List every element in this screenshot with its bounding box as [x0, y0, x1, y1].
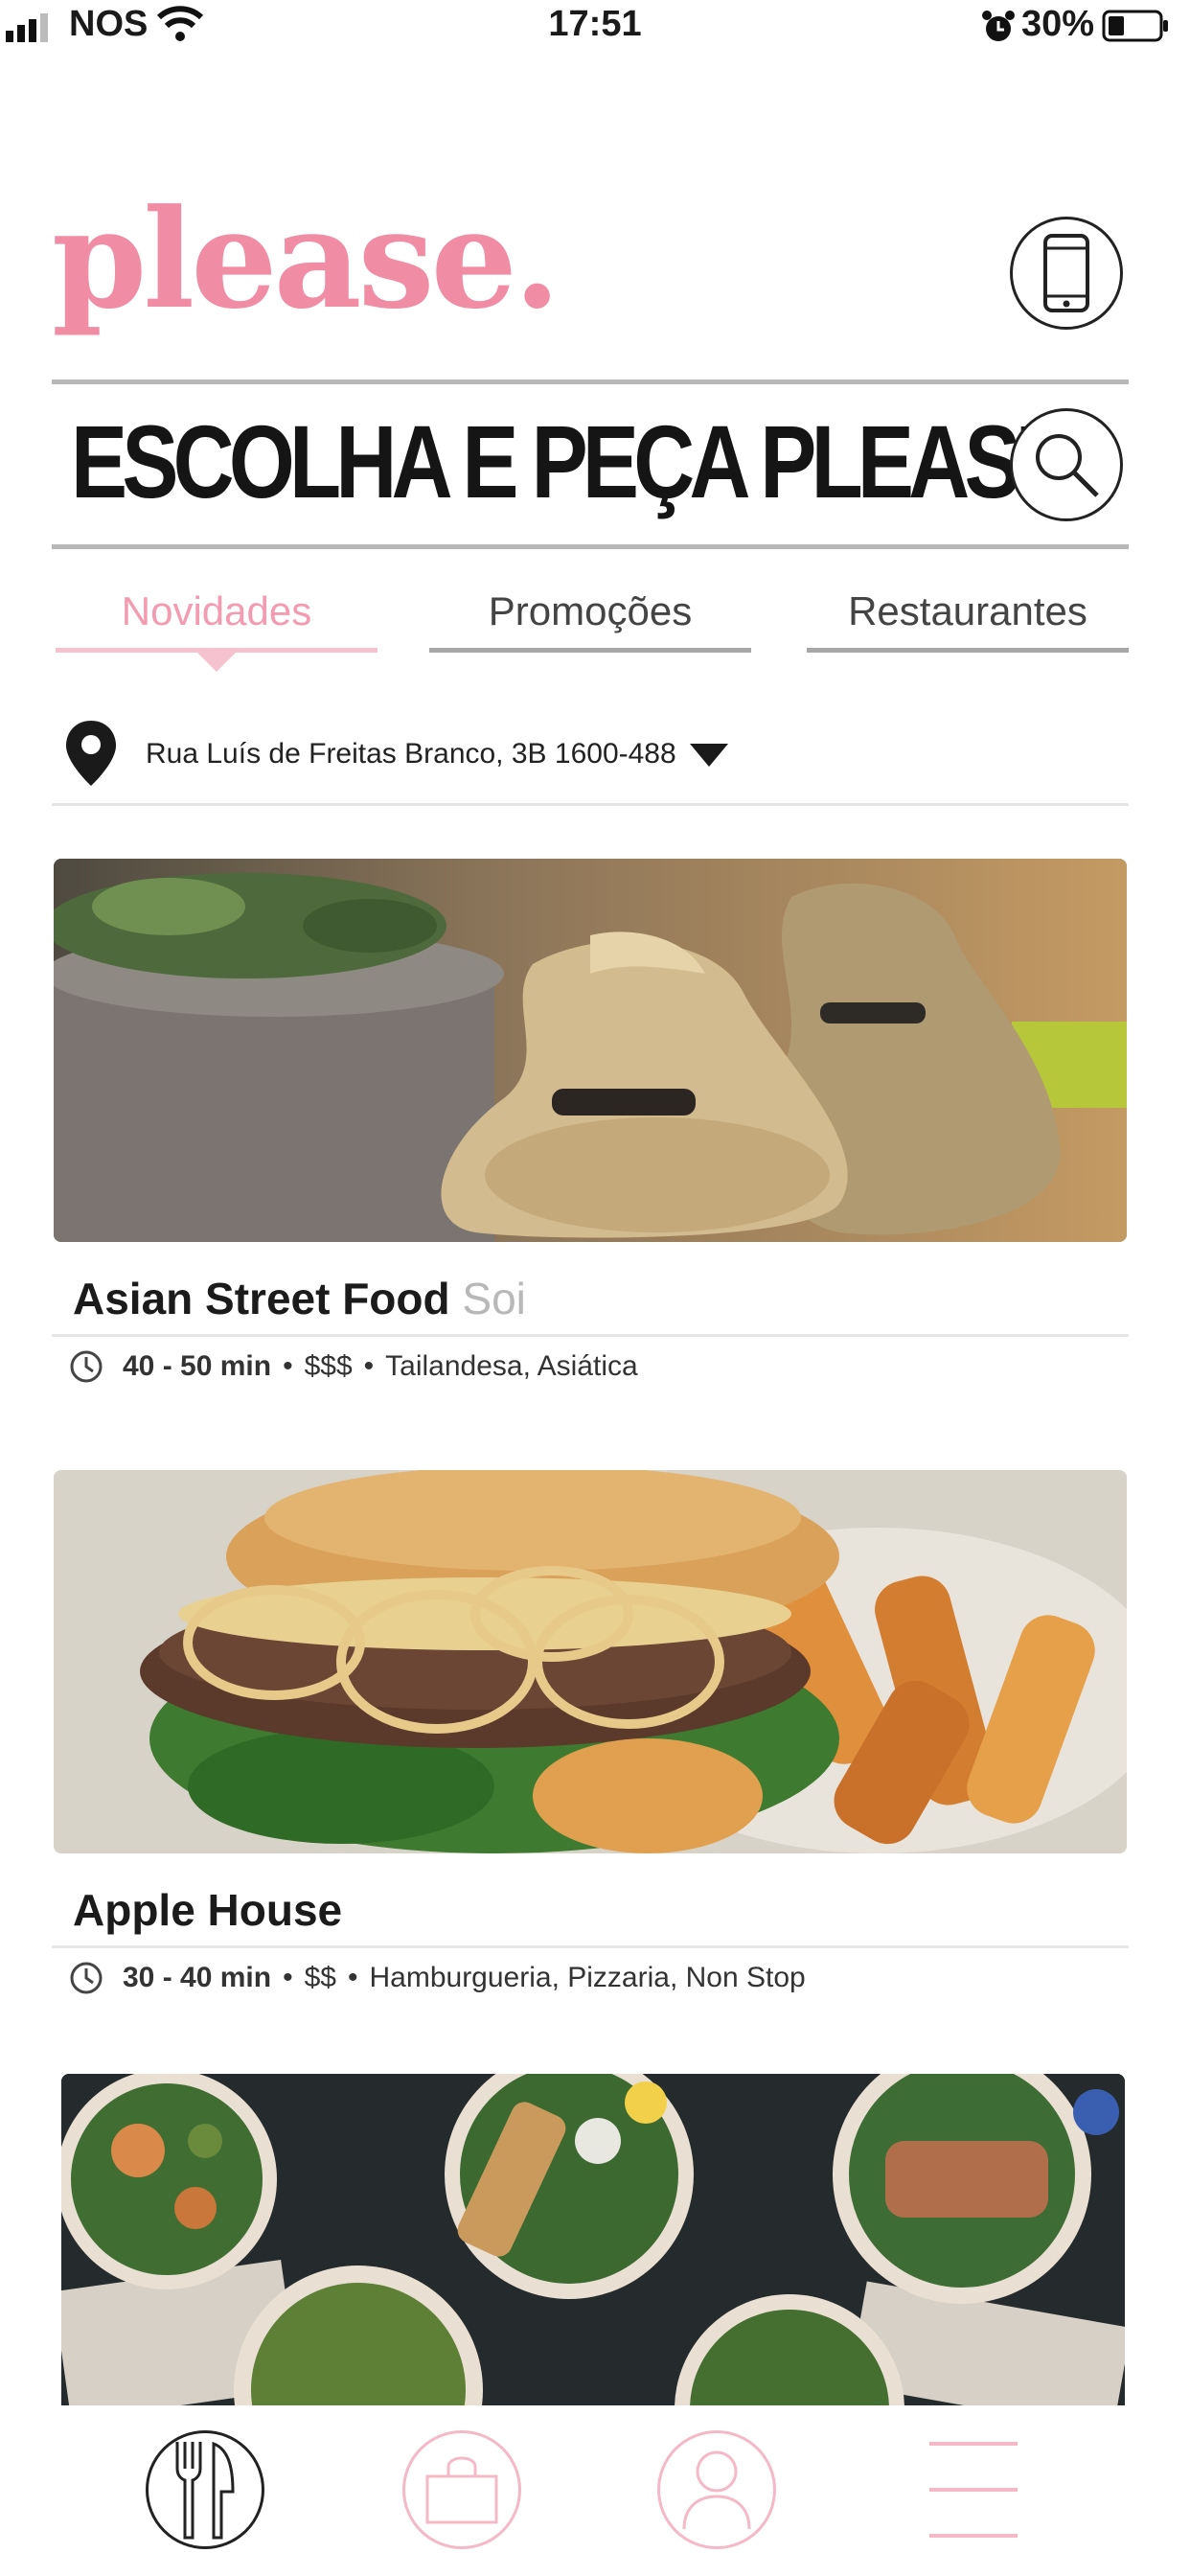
delivery-address: Rua Luís de Freitas Branco, 3B 1600-488 — [146, 738, 676, 770]
active-tab-indicator — [197, 653, 236, 672]
price-level: $$$ — [304, 1350, 353, 1382]
restaurant-image-salads[interactable] — [61, 2074, 1125, 2405]
card-divider — [52, 1334, 1129, 1337]
tab-promocoes-underline — [429, 648, 751, 653]
user-icon — [682, 2450, 751, 2530]
shopping-bag-icon — [425, 2456, 498, 2524]
phone-button[interactable] — [1010, 217, 1123, 330]
delivery-time: 40 - 50 min — [123, 1350, 272, 1382]
restaurant-name-text: Apple House — [73, 1885, 343, 1935]
battery-percent: 30% — [1020, 4, 1094, 44]
chevron-down-icon[interactable] — [690, 744, 728, 767]
header-divider-bottom — [52, 544, 1129, 549]
restaurant-meta: 30 - 40 min • $$ • Hamburgueria, Pizzari… — [69, 1961, 806, 1995]
restaurant-name[interactable]: Apple House — [73, 1884, 342, 1936]
clock-icon — [70, 1962, 103, 1994]
separator-dot: • — [363, 1350, 375, 1382]
cutlery-icon — [175, 2441, 235, 2540]
cuisine-tags: Tailandesa, Asiática — [385, 1350, 638, 1382]
status-bar: NOS 17:51 30% — [0, 0, 1190, 50]
phone-icon — [1043, 234, 1089, 312]
tab-restaurantes-underline — [807, 648, 1129, 653]
page-headline: ESCOLHA E PEÇA PLEASE — [71, 403, 1072, 519]
delivery-time: 30 - 40 min — [123, 1962, 272, 1993]
nav-profile-button[interactable] — [657, 2430, 776, 2549]
separator-dot: • — [283, 1962, 293, 1993]
restaurant-meta: 40 - 50 min • $$$ • Tailandesa, Asiática — [69, 1349, 638, 1384]
restaurant-image-apple-house[interactable] — [54, 1470, 1127, 1853]
search-button[interactable] — [1010, 408, 1123, 521]
brand-logo: please. — [52, 180, 561, 339]
separator-dot: • — [283, 1350, 293, 1382]
battery-icon — [1102, 10, 1168, 42]
clock-icon — [70, 1350, 103, 1383]
address-divider — [52, 803, 1129, 806]
cuisine-tags: Hamburgueria, Pizzaria, Non Stop — [369, 1962, 806, 1993]
restaurant-image-asian-street-food[interactable] — [54, 859, 1127, 1242]
header-divider-top — [52, 380, 1129, 384]
tab-promocoes[interactable]: Promoções — [429, 588, 751, 634]
search-icon — [1036, 434, 1099, 497]
tab-novidades[interactable]: Novidades — [56, 588, 378, 634]
restaurant-name-text: Asian Street Food — [73, 1274, 450, 1323]
separator-dot: • — [347, 1962, 358, 1993]
nav-menu-button[interactable] — [914, 2430, 1033, 2549]
bottom-navigation — [0, 2405, 1190, 2576]
location-pin-icon — [66, 721, 116, 786]
restaurant-name[interactable]: Asian Street Food Soi — [73, 1273, 526, 1324]
nav-bag-button[interactable] — [402, 2430, 521, 2549]
alarm-icon — [982, 11, 1015, 41]
tab-restaurantes[interactable]: Restaurantes — [807, 588, 1129, 634]
hamburger-menu-icon — [929, 2442, 1018, 2538]
nav-restaurants-button[interactable] — [146, 2430, 264, 2549]
price-level: $$ — [304, 1962, 336, 1993]
restaurant-subtitle: Soi — [462, 1274, 526, 1323]
card-divider — [52, 1945, 1129, 1948]
